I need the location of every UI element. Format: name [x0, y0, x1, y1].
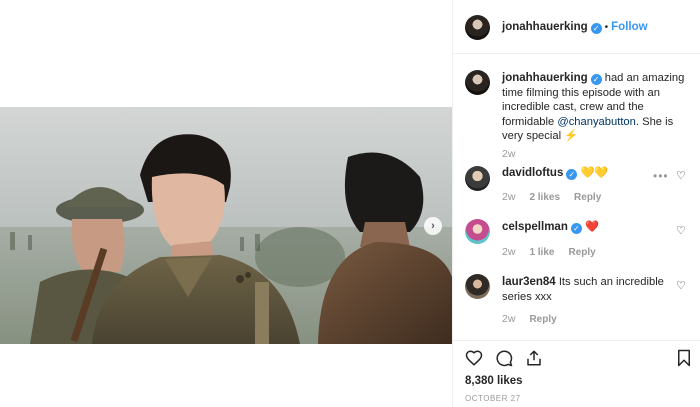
comment-reply-button[interactable]: Reply [574, 192, 601, 203]
comment-item: davidloftus ✓ 💛💛 [502, 166, 672, 181]
comment-timestamp[interactable]: 2w [502, 191, 515, 203]
comment-reply-button[interactable]: Reply [568, 247, 595, 258]
comment-options-icon[interactable]: ••• [653, 169, 669, 183]
comment-username[interactable]: laur3en84 [502, 276, 556, 288]
verified-badge-icon: ✓ [590, 23, 602, 34]
post-header: jonahhauerking ✓ • Follow [453, 0, 700, 54]
post-side-panel: jonahhauerking ✓ • Follow jonahhauerking ✓ h… [452, 0, 700, 407]
post-photo[interactable]: › [0, 107, 452, 344]
author-avatar[interactable] [465, 15, 490, 40]
post-date[interactable]: OCTOBER 27 [465, 394, 521, 403]
post-actions: 8,380 likes OCTOBER 27 [453, 340, 700, 407]
comment-avatar[interactable] [465, 166, 490, 191]
post-media-area: › [0, 0, 452, 407]
verified-badge-icon: ✓ [590, 74, 602, 85]
comment-meta: 2w 1 like Reply [502, 246, 596, 258]
verified-badge-icon: ✓ [570, 223, 582, 234]
comment-like-heart-icon[interactable]: ♡ [676, 224, 686, 237]
caption-timestamp[interactable]: 2w [502, 148, 515, 160]
next-slide-button[interactable]: › [424, 217, 442, 235]
caption-meta: 2w [502, 148, 515, 160]
comment-like-heart-icon[interactable]: ♡ [676, 169, 686, 182]
comment-meta: 2w Reply [502, 313, 557, 325]
share-upload-icon[interactable] [525, 349, 543, 367]
comment-timestamp[interactable]: 2w [502, 313, 515, 325]
chevron-right-icon: › [431, 220, 435, 232]
comment-avatar[interactable] [465, 274, 490, 299]
comment-likes-count[interactable]: 2 likes [529, 192, 560, 203]
caption: jonahhauerking ✓ had an amazing time film… [502, 71, 690, 144]
follow-button[interactable]: Follow [611, 21, 647, 33]
comment-text: ❤️ [584, 221, 599, 233]
comment-timestamp[interactable]: 2w [502, 246, 515, 258]
photo-scene [0, 107, 452, 344]
comment-item: celspellman ✓ ❤️ [502, 220, 672, 235]
comment-meta: 2w 2 likes Reply [502, 191, 601, 203]
comment-bubble-icon[interactable] [495, 349, 513, 367]
comment-username[interactable]: davidloftus [502, 167, 563, 179]
caption-username[interactable]: jonahhauerking [502, 72, 588, 84]
caption-avatar[interactable] [465, 70, 490, 95]
comment-like-heart-icon[interactable]: ♡ [676, 279, 686, 292]
verified-badge-icon: ✓ [566, 169, 578, 180]
bookmark-save-icon[interactable] [675, 349, 693, 367]
comment-reply-button[interactable]: Reply [529, 314, 556, 325]
comment-avatar[interactable] [465, 219, 490, 244]
like-heart-icon[interactable] [465, 349, 483, 367]
comment-item: laur3en84 Its such an incredible series … [502, 275, 672, 304]
comment-username[interactable]: celspellman [502, 221, 568, 233]
comment-text: 💛💛 [580, 167, 609, 179]
caption-mention-link[interactable]: @chanyabutton [557, 116, 636, 128]
lightning-emoji: ⚡ [564, 130, 579, 142]
author-username[interactable]: jonahhauerking [502, 21, 588, 33]
separator-dot: • [604, 22, 609, 33]
author-line: jonahhauerking ✓ • Follow [502, 21, 648, 34]
likes-count[interactable]: 8,380 likes [465, 375, 523, 387]
comment-likes-count[interactable]: 1 like [529, 247, 554, 258]
